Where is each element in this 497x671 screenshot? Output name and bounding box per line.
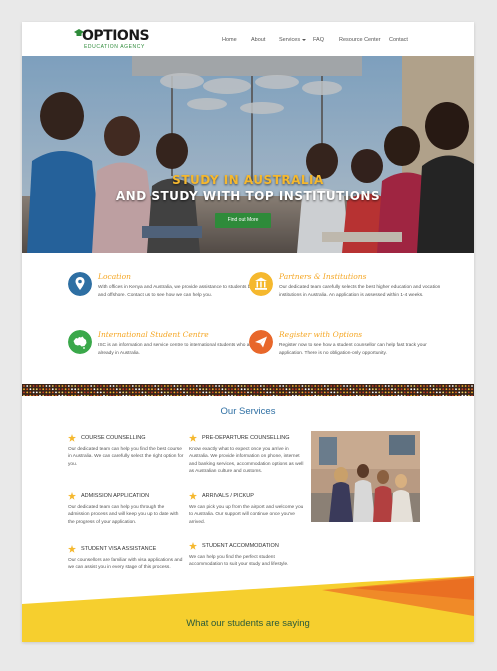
- site-header: OPTIONS EDUCATION AGENCY Home About Serv…: [22, 22, 474, 56]
- feature-location: Location With offices in Kenya and Austr…: [68, 272, 264, 316]
- service-accommodation: STUDENT ACCOMMODATION We can help you fi…: [189, 542, 307, 569]
- nav-contact[interactable]: Contact: [389, 36, 408, 44]
- service-title: STUDENT VISA ASSISTANCE: [81, 546, 157, 552]
- feature-title: Partners & Institutions: [279, 272, 367, 281]
- feature-title[interactable]: Register with Options: [279, 330, 362, 339]
- services-heading: Our Services: [220, 406, 276, 417]
- star-icon: [68, 492, 76, 500]
- find-out-more-button[interactable]: Find out More: [215, 213, 271, 228]
- nav-faq[interactable]: FAQ: [313, 36, 324, 44]
- feature-title: International Student Centre: [98, 330, 209, 339]
- service-course-counselling: COURSE COUNSELLING Our dedicated team ca…: [68, 434, 186, 468]
- service-text: Our dedicated team can help you through …: [68, 505, 179, 525]
- testimonials-heading: What our students are saying: [186, 618, 310, 629]
- service-title: ARRIVALS / PICKUP: [202, 493, 254, 499]
- service-text: Our dedicated team can help you find the…: [68, 447, 184, 467]
- nav-resource-center[interactable]: Resource Center: [339, 36, 381, 44]
- service-admission: ADMISSION APPLICATION Our dedicated team…: [68, 492, 186, 526]
- service-visa: STUDENT VISA ASSISTANCE Our counsellors …: [68, 545, 186, 572]
- nav-home[interactable]: Home: [222, 36, 237, 44]
- service-text: We can help you find the perfect student…: [189, 555, 289, 568]
- hero-headline: STUDY IN AUSTRALIA: [172, 173, 324, 187]
- service-text: We can pick you up from the airport and …: [189, 505, 304, 525]
- service-title: COURSE COUNSELLING: [81, 435, 146, 441]
- hero-banner: STUDY IN AUSTRALIA AND STUDY WITH TOP IN…: [22, 56, 474, 253]
- service-pre-departure: PRE-DEPARTURE COUNSELLING Know exactly w…: [189, 434, 307, 476]
- star-icon: [68, 434, 76, 442]
- star-icon: [189, 542, 197, 550]
- logo[interactable]: OPTIONS EDUCATION AGENCY: [74, 28, 154, 52]
- paper-plane-icon[interactable]: [249, 330, 273, 354]
- nav-about[interactable]: About: [251, 36, 265, 44]
- feature-text: ISC is an information and service centre…: [98, 343, 254, 356]
- feature-text: Register now to see how a student counse…: [279, 343, 427, 356]
- star-icon: [68, 545, 76, 553]
- chevron-down-icon: [302, 38, 307, 41]
- logo-tagline: EDUCATION AGENCY: [84, 44, 145, 50]
- hero-subheadline: AND STUDY WITH TOP INSTITUTIONS: [115, 189, 381, 203]
- band-shapes: [22, 576, 474, 642]
- institution-icon: [249, 272, 273, 296]
- star-icon: [189, 434, 197, 442]
- service-title: ADMISSION APPLICATION: [81, 493, 150, 499]
- service-arrivals: ARRIVALS / PICKUP We can pick you up fro…: [189, 492, 307, 526]
- feature-register: Register with Options Register now to se…: [249, 330, 439, 374]
- service-title: STUDENT ACCOMMODATION: [202, 543, 279, 549]
- service-title: PRE-DEPARTURE COUNSELLING: [202, 435, 290, 441]
- australia-map-icon: [68, 330, 92, 354]
- feature-isc: International Student Centre ISC is an i…: [68, 330, 258, 374]
- page: OPTIONS EDUCATION AGENCY Home About Serv…: [22, 22, 474, 642]
- logo-title: OPTIONS: [82, 28, 150, 44]
- aboriginal-pattern-divider: [22, 384, 474, 396]
- feature-title: Location: [98, 272, 131, 281]
- feature-text: With offices in Kenya and Australia, we …: [98, 285, 264, 298]
- service-text: Know exactly what to expect once you arr…: [189, 447, 304, 475]
- nav-services[interactable]: Services: [279, 36, 307, 44]
- feature-partners: Partners & Institutions Our dedicated te…: [249, 272, 440, 316]
- testimonials-band: [22, 570, 474, 642]
- nav-services-label: Services: [279, 37, 301, 43]
- feature-text: Our dedicated team carefully selects the…: [279, 285, 441, 298]
- students-photo: [311, 431, 420, 522]
- map-pin-icon: [68, 272, 92, 296]
- star-icon: [189, 492, 197, 500]
